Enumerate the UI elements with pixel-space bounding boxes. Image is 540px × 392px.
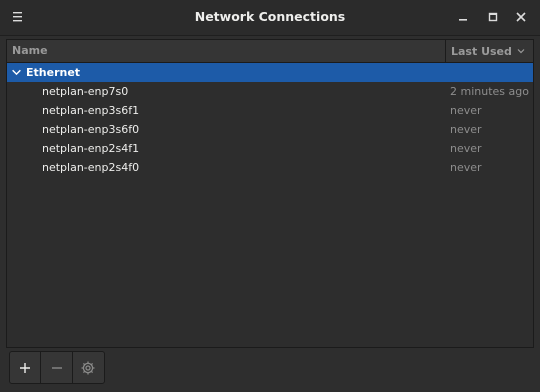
connection-name: netplan-enp3s6f0 (42, 123, 140, 136)
connection-row[interactable]: netplan-enp2s4f0 never (7, 158, 533, 177)
connection-name: netplan-enp2s4f0 (42, 161, 140, 174)
connection-last-used: never (450, 104, 482, 117)
minimize-icon (459, 19, 467, 21)
connection-row[interactable]: netplan-enp2s4f1 never (7, 139, 533, 158)
connection-row[interactable]: netplan-enp7s0 2 minutes ago (7, 82, 533, 101)
column-header-last-used[interactable]: Last Used (446, 40, 533, 62)
expand-chevron-down-icon[interactable] (11, 67, 22, 78)
add-connection-button[interactable] (10, 352, 42, 383)
column-header-name[interactable]: Name (7, 40, 446, 62)
minus-icon (51, 366, 62, 369)
close-icon (516, 12, 526, 22)
connection-name: netplan-enp7s0 (42, 85, 129, 98)
maximize-button[interactable] (485, 9, 501, 25)
connection-last-used: never (450, 142, 482, 155)
network-connections-window: Network Connections Name Last Used Ether… (0, 0, 540, 392)
maximize-icon (488, 12, 498, 22)
plus-icon (20, 362, 31, 373)
connection-toolbar (9, 351, 105, 384)
group-row-ethernet[interactable]: Ethernet (7, 63, 533, 82)
connection-name: netplan-enp2s4f1 (42, 142, 140, 155)
connection-last-used: 2 minutes ago (450, 85, 529, 98)
column-header-last-used-label: Last Used (451, 44, 512, 58)
minimize-button[interactable] (455, 9, 471, 25)
connection-last-used: never (450, 161, 482, 174)
title-bar: Network Connections (0, 0, 540, 36)
connection-last-used: never (450, 123, 482, 136)
gear-icon (81, 361, 95, 374)
group-label: Ethernet (26, 66, 81, 79)
remove-connection-button[interactable] (41, 352, 73, 383)
edit-connection-button[interactable] (73, 352, 104, 383)
sort-chevron-down-icon (517, 49, 525, 54)
group-name: Ethernet (7, 63, 450, 82)
column-header-name-label: Name (12, 44, 48, 57)
connection-row[interactable]: netplan-enp3s6f1 never (7, 101, 533, 120)
connections-list[interactable]: Name Last Used Ethernet netplan-enp7s0 2… (6, 39, 534, 348)
connection-row[interactable]: netplan-enp3s6f0 never (7, 120, 533, 139)
list-header: Name Last Used (7, 40, 533, 63)
close-button[interactable] (513, 9, 529, 25)
connection-name: netplan-enp3s6f1 (42, 104, 140, 117)
